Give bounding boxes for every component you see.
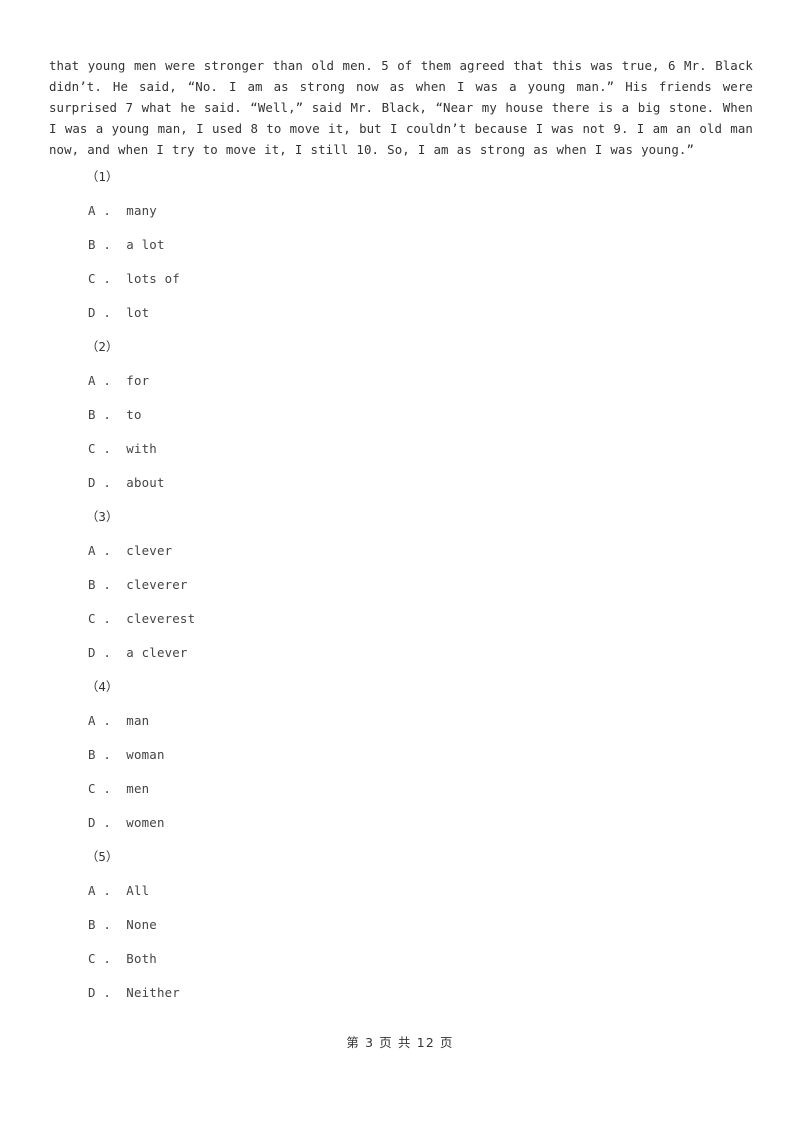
option-2-C[interactable]: C . with <box>0 439 800 473</box>
option-3-A[interactable]: A . clever <box>0 541 800 575</box>
option-2-A[interactable]: A . for <box>0 371 800 405</box>
option-3-B[interactable]: B . cleverer <box>0 575 800 609</box>
option-1-B[interactable]: B . a lot <box>0 235 800 269</box>
option-4-A[interactable]: A . man <box>0 711 800 745</box>
option-5-B[interactable]: B . None <box>0 915 800 949</box>
question-list: （1） A . many B . a lot C . lots of D . l… <box>0 167 800 1017</box>
option-3-D[interactable]: D . a clever <box>0 643 800 677</box>
question-group-1: （1） A . many B . a lot C . lots of D . l… <box>0 167 800 337</box>
question-number-5: （5） <box>86 849 119 864</box>
option-4-C[interactable]: C . men <box>0 779 800 813</box>
option-5-D[interactable]: D . Neither <box>0 983 800 1017</box>
page-footer: 第 3 页 共 12 页 <box>346 1035 454 1050</box>
cloze-passage: that young men were stronger than old me… <box>49 58 753 158</box>
option-4-D[interactable]: D . women <box>0 813 800 847</box>
option-1-C[interactable]: C . lots of <box>0 269 800 303</box>
question-group-5: （5） A . All B . None C . Both D . Neithe… <box>0 847 800 1017</box>
exam-page: that young men were stronger than old me… <box>0 0 800 1132</box>
option-2-B[interactable]: B . to <box>0 405 800 439</box>
option-3-C[interactable]: C . cleverest <box>0 609 800 643</box>
option-1-D[interactable]: D . lot <box>0 303 800 337</box>
question-number-3: （3） <box>86 509 119 524</box>
question-number-2: （2） <box>86 339 119 354</box>
option-5-C[interactable]: C . Both <box>0 949 800 983</box>
question-number-1: （1） <box>86 169 119 184</box>
question-group-4: （4） A . man B . woman C . men D . women <box>0 677 800 847</box>
option-2-D[interactable]: D . about <box>0 473 800 507</box>
question-group-2: （2） A . for B . to C . with D . about <box>0 337 800 507</box>
question-group-3: （3） A . clever B . cleverer C . cleveres… <box>0 507 800 677</box>
option-1-A[interactable]: A . many <box>0 201 800 235</box>
option-5-A[interactable]: A . All <box>0 881 800 915</box>
question-number-4: （4） <box>86 679 119 694</box>
option-4-B[interactable]: B . woman <box>0 745 800 779</box>
